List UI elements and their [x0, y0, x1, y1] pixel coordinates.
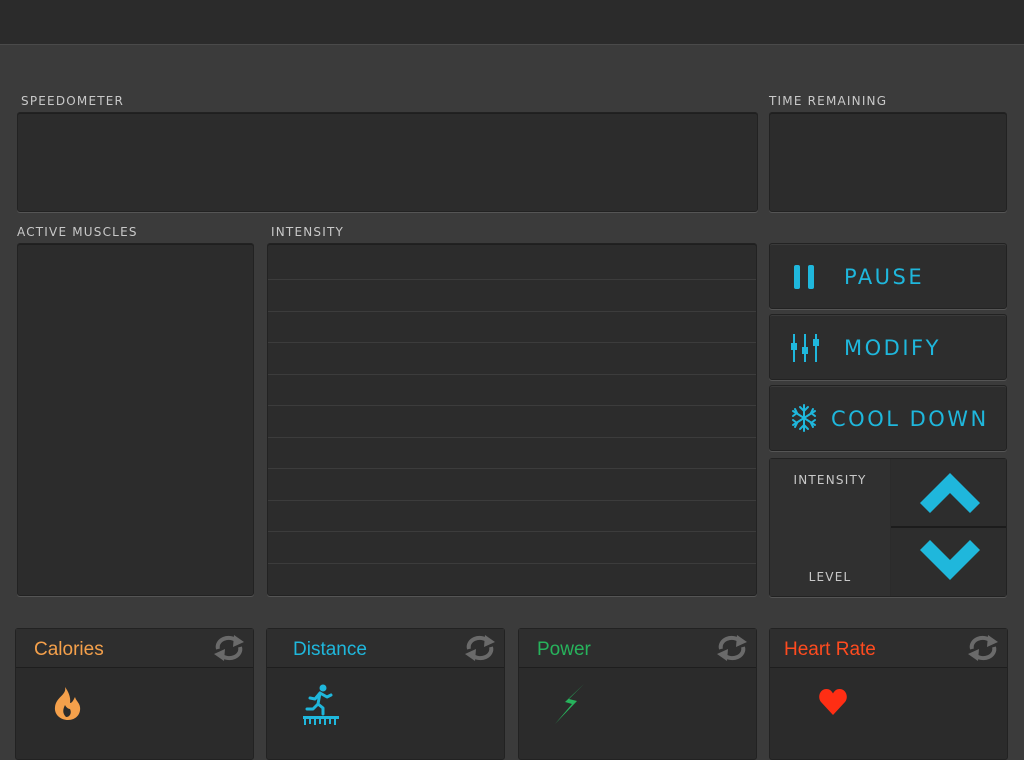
distance-card-header: Distance — [267, 629, 504, 668]
modify-button[interactable]: MODIFY — [769, 314, 1007, 380]
calories-card-header: Calories — [16, 629, 253, 668]
heart-rate-card: Heart Rate — [769, 628, 1008, 760]
sliders-icon — [790, 334, 820, 367]
cool-down-label: COOL DOWN — [831, 407, 989, 431]
active-muscles-panel — [17, 243, 254, 596]
power-card-header: Power — [519, 629, 756, 668]
refresh-icon[interactable] — [213, 635, 245, 666]
calories-title: Calories — [34, 639, 104, 660]
grid-line — [268, 531, 756, 532]
heart-icon — [819, 689, 847, 720]
intensity-level-bottom-label: LEVEL — [808, 570, 852, 584]
grid-line — [268, 563, 756, 564]
speedometer-panel — [17, 112, 758, 212]
grid-line — [268, 279, 756, 280]
grid-line — [268, 437, 756, 438]
refresh-icon[interactable] — [967, 635, 999, 666]
pause-button[interactable]: PAUSE — [769, 243, 1007, 309]
intensity-up-button[interactable] — [891, 459, 1006, 526]
intensity-label: INTENSITY — [271, 225, 345, 239]
distance-card: Distance — [266, 628, 505, 760]
flame-icon — [52, 687, 82, 726]
time-remaining-panel — [769, 112, 1007, 212]
power-title: Power — [537, 639, 591, 660]
top-bar — [0, 0, 1024, 45]
modify-label: MODIFY — [844, 336, 941, 360]
speedometer-label: SPEEDOMETER — [21, 94, 125, 108]
calories-card: Calories — [15, 628, 254, 760]
pause-icon — [793, 264, 815, 295]
heart-rate-card-header: Heart Rate — [770, 629, 1007, 668]
intensity-chart-panel — [267, 243, 757, 596]
snowflake-icon — [790, 403, 818, 438]
runner-icon — [301, 684, 341, 731]
refresh-icon[interactable] — [716, 635, 748, 666]
time-remaining-label: TIME REMAINING — [769, 94, 888, 108]
grid-line — [268, 311, 756, 312]
cool-down-button[interactable]: COOL DOWN — [769, 385, 1007, 451]
intensity-level-display: INTENSITY LEVEL — [770, 459, 890, 596]
active-muscles-label: ACTIVE MUSCLES — [17, 225, 138, 239]
grid-line — [268, 342, 756, 343]
power-card: Power — [518, 628, 757, 760]
pause-label: PAUSE — [844, 265, 925, 289]
lightning-icon — [555, 684, 585, 729]
intensity-down-button[interactable] — [891, 528, 1006, 596]
grid-line — [268, 500, 756, 501]
grid-line — [268, 405, 756, 406]
refresh-icon[interactable] — [464, 635, 496, 666]
intensity-level-control: INTENSITY LEVEL — [769, 458, 1007, 597]
grid-line — [268, 374, 756, 375]
heart-rate-title: Heart Rate — [784, 639, 876, 660]
distance-title: Distance — [293, 639, 367, 660]
chevron-up-icon — [920, 473, 980, 520]
chevron-down-icon — [920, 540, 980, 587]
intensity-level-top-label: INTENSITY — [793, 473, 867, 487]
grid-line — [268, 468, 756, 469]
